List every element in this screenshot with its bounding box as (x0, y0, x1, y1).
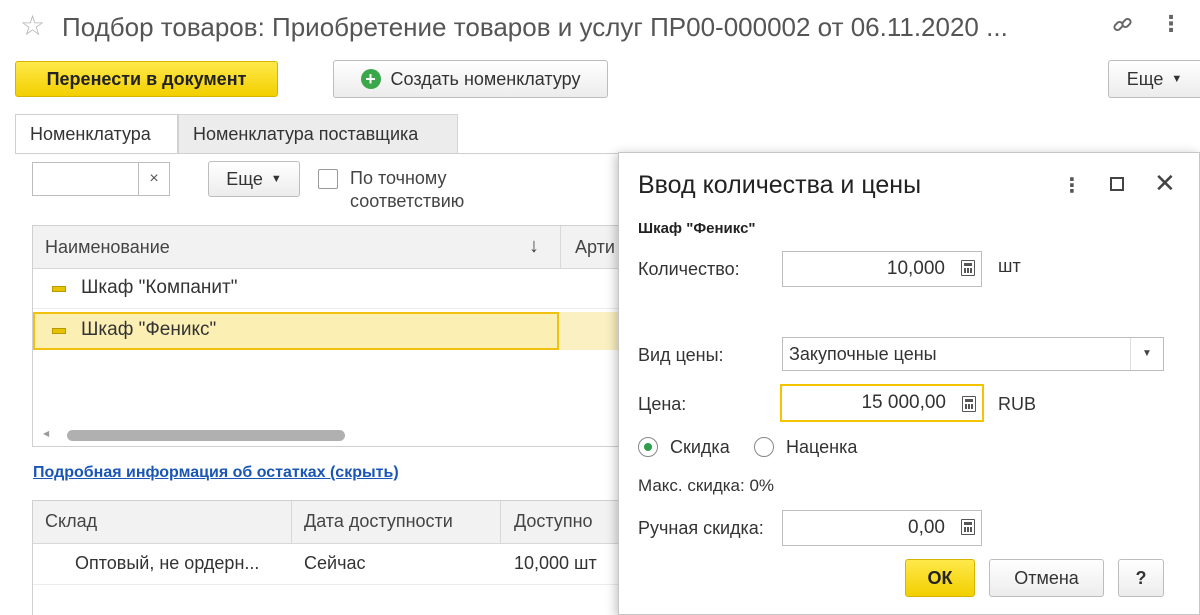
row-name: Шкаф "Компанит" (81, 277, 238, 298)
manual-discount-label: Ручная скидка: (638, 518, 764, 538)
exact-match-checkbox[interactable] (318, 169, 338, 189)
table-row[interactable]: Шкаф "Компанит" (33, 268, 631, 309)
dialog-item-name: Шкаф "Феникс" (638, 220, 756, 237)
row-date: Сейчас (304, 553, 366, 573)
transfer-label: Перенести в документ (46, 68, 247, 89)
sort-down-icon[interactable]: ↓ (529, 235, 539, 258)
close-icon: × (149, 170, 159, 187)
exact-match-label: По точному соответствию (350, 167, 464, 213)
filter-more-button[interactable]: Еще ▼ (208, 161, 300, 197)
tab-supplier-nomenclature[interactable]: Номенклатура поставщика (178, 114, 458, 154)
create-label: Создать номенклатуру (390, 68, 581, 89)
price-value: 15 000,00 (861, 392, 946, 413)
table-row[interactable]: Оптовый, не ордерн... Сейчас 10,000 шт (33, 544, 631, 585)
price-label: Цена: (638, 394, 687, 414)
more-vertical-icon[interactable]: ⋮ (1160, 12, 1182, 36)
transfer-to-document-button[interactable]: Перенести в документ (15, 61, 278, 97)
column-divider (560, 226, 561, 268)
more-button[interactable]: Еще ▼ (1108, 60, 1200, 98)
chevron-down-icon: ▼ (270, 173, 282, 185)
ok-label: ОК (927, 567, 953, 588)
row-warehouse: Оптовый, не ордерн... (75, 553, 260, 573)
quantity-label: Количество: (638, 259, 740, 279)
markup-radio-label[interactable]: Наценка (786, 437, 857, 458)
calculator-icon[interactable] (961, 260, 975, 276)
column-header-available[interactable]: Доступно (514, 511, 593, 532)
quantity-value: 10,000 (886, 258, 945, 279)
discount-radio-label[interactable]: Скидка (670, 437, 730, 458)
scroll-left-icon[interactable]: ◀ (43, 429, 49, 438)
column-header-date[interactable]: Дата доступности (304, 511, 453, 532)
horizontal-scrollbar-thumb[interactable] (67, 430, 345, 441)
stock-table: Склад Дата доступности Доступно Оптовый,… (32, 500, 632, 615)
quantity-input[interactable]: 10,000 (782, 251, 982, 287)
quantity-unit: шт (998, 256, 1021, 276)
window-title: Подбор товаров: Приобретение товаров и у… (62, 12, 1008, 42)
clear-search-button[interactable]: × (138, 162, 170, 196)
row-name: Шкаф "Феникс" (81, 319, 217, 340)
item-icon (52, 328, 66, 334)
currency-label: RUB (998, 394, 1037, 414)
discount-radio[interactable] (638, 437, 658, 457)
tab-label: Номенклатура (30, 124, 151, 144)
column-divider (291, 501, 292, 543)
dialog-more-vertical-icon[interactable]: ⋮ (1062, 173, 1082, 198)
link-icon[interactable] (1112, 14, 1134, 42)
table-row-selected[interactable]: Шкаф "Феникс" (33, 312, 631, 350)
ok-button[interactable]: ОК (905, 559, 975, 597)
price-type-value: Закупочные цены (789, 344, 937, 364)
markup-radio[interactable] (754, 437, 774, 457)
more-label: Еще (226, 168, 263, 189)
price-type-label: Вид цены: (638, 345, 724, 365)
tab-label: Номенклатура поставщика (193, 124, 419, 144)
calculator-icon[interactable] (962, 396, 976, 412)
search-input[interactable] (32, 162, 138, 196)
stock-info-link[interactable]: Подробная информация об остатках (скрыть… (33, 464, 399, 482)
maximize-icon[interactable] (1110, 177, 1124, 191)
column-divider (500, 501, 501, 543)
help-button[interactable]: ? (1118, 559, 1164, 597)
tab-nomenclature[interactable]: Номенклатура (15, 114, 178, 154)
dialog-title: Ввод количества и цены (638, 171, 922, 199)
price-type-select[interactable]: Закупочные цены ▼ (782, 337, 1164, 371)
close-icon[interactable]: ✕ (1154, 169, 1176, 197)
column-header-name[interactable]: Наименование (45, 237, 170, 258)
items-table: Наименование ↓ Арти Шкаф "Компанит" Шкаф… (32, 225, 632, 447)
favorite-star-icon[interactable]: ☆ (20, 10, 45, 42)
manual-discount-value: 0,00 (908, 517, 945, 538)
price-input[interactable]: 15 000,00 (780, 384, 984, 422)
manual-discount-input[interactable]: 0,00 (782, 510, 982, 546)
max-discount-text: Макс. скидка: 0% (638, 476, 775, 495)
item-icon (52, 286, 66, 292)
chevron-down-icon: ▼ (1171, 73, 1183, 85)
cancel-button[interactable]: Отмена (989, 559, 1104, 597)
qty-price-dialog: Ввод количества и цены ⋮ ✕ Шкаф "Феникс"… (618, 152, 1200, 615)
more-label: Еще (1126, 68, 1164, 89)
column-header-warehouse[interactable]: Склад (45, 511, 97, 532)
exact-match-label-line2: соответствию (350, 191, 465, 211)
column-header-article[interactable]: Арти (575, 237, 615, 258)
calculator-icon[interactable] (961, 519, 975, 535)
plus-circle-icon: + (360, 69, 381, 89)
help-label: ? (1135, 567, 1147, 588)
chevron-down-icon[interactable]: ▼ (1130, 338, 1163, 370)
row-available: 10,000 шт (514, 553, 597, 573)
exact-match-label-line1: По точному (350, 168, 447, 188)
create-nomenclature-button[interactable]: + Создать номенклатуру (333, 60, 608, 98)
cancel-label: Отмена (1014, 567, 1079, 588)
